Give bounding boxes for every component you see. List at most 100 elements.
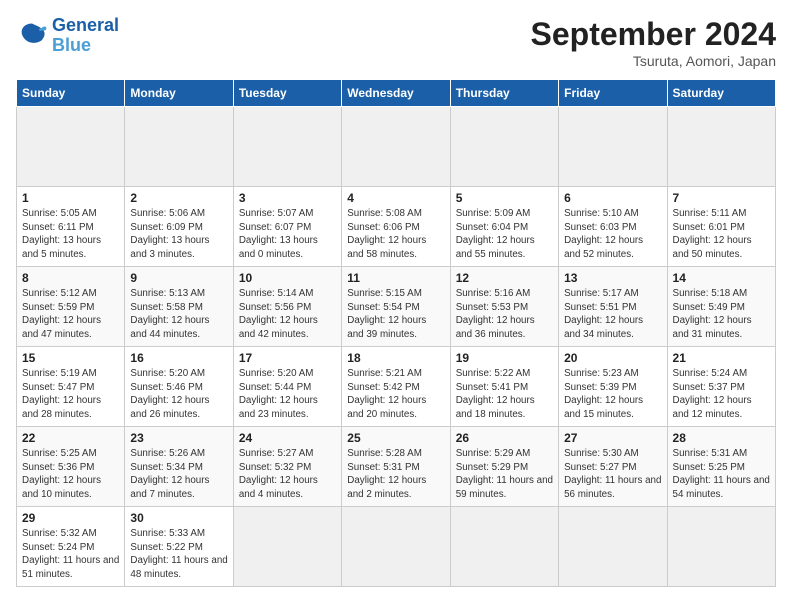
day-number: 17: [239, 351, 336, 365]
calendar-cell: 15 Sunrise: 5:19 AMSunset: 5:47 PMDayligh…: [17, 347, 125, 427]
day-number: 20: [564, 351, 661, 365]
day-info: Sunrise: 5:28 AMSunset: 5:31 PMDaylight:…: [347, 447, 444, 502]
weekday-header-sunday: Sunday: [17, 80, 125, 107]
logo: GeneralBlue: [16, 16, 119, 56]
weekday-header-saturday: Saturday: [667, 80, 775, 107]
day-number: 14: [673, 271, 770, 285]
calendar-cell: [450, 507, 558, 587]
calendar-cell: 29 Sunrise: 5:32 AMSunset: 5:24 PMDayligh…: [17, 507, 125, 587]
title-block: September 2024 Tsuruta, Aomori, Japan: [531, 16, 776, 69]
calendar-cell: 18 Sunrise: 5:21 AMSunset: 5:42 PMDayligh…: [342, 347, 450, 427]
day-info: Sunrise: 5:09 AMSunset: 6:04 PMDaylight:…: [456, 207, 553, 262]
location-subtitle: Tsuruta, Aomori, Japan: [531, 53, 776, 69]
calendar-cell: [342, 107, 450, 187]
calendar-week-row: 15 Sunrise: 5:19 AMSunset: 5:47 PMDayligh…: [17, 347, 776, 427]
calendar-cell: [342, 507, 450, 587]
day-info: Sunrise: 5:21 AMSunset: 5:42 PMDaylight:…: [347, 367, 444, 422]
calendar-cell: 19Sunrise: 5:22 AMSunset: 5:41 PMDayligh…: [450, 347, 558, 427]
calendar-cell: [125, 107, 233, 187]
day-info: Sunrise: 5:23 AMSunset: 5:39 PMDaylight:…: [564, 367, 661, 422]
day-number: 16: [130, 351, 227, 365]
day-info: Sunrise: 5:07 AMSunset: 6:07 PMDaylight:…: [239, 207, 336, 262]
day-info: Sunrise: 5:20 AMSunset: 5:44 PMDaylight:…: [239, 367, 336, 422]
calendar-week-row: 22 Sunrise: 5:25 AMSunset: 5:36 PMDayligh…: [17, 427, 776, 507]
day-number: 28: [673, 431, 770, 445]
day-number: 5: [456, 191, 553, 205]
day-number: 9: [130, 271, 227, 285]
day-number: 7: [673, 191, 770, 205]
month-year-title: September 2024: [531, 16, 776, 53]
day-info: Sunrise: 5:20 AMSunset: 5:46 PMDaylight:…: [130, 367, 227, 422]
calendar-cell: [667, 507, 775, 587]
day-number: 10: [239, 271, 336, 285]
calendar-cell: 8Sunrise: 5:12 AMSunset: 5:59 PMDaylight…: [17, 267, 125, 347]
calendar-cell: 24Sunrise: 5:27 AMSunset: 5:32 PMDayligh…: [233, 427, 341, 507]
day-number: 29: [22, 511, 119, 525]
weekday-header-row: SundayMondayTuesdayWednesdayThursdayFrid…: [17, 80, 776, 107]
calendar-cell: 30Sunrise: 5:33 AMSunset: 5:22 PMDayligh…: [125, 507, 233, 587]
calendar-cell: 11 Sunrise: 5:15 AMSunset: 5:54 PMDayligh…: [342, 267, 450, 347]
calendar-cell: 21Sunrise: 5:24 AMSunset: 5:37 PMDayligh…: [667, 347, 775, 427]
logo-icon: [16, 22, 48, 50]
calendar-cell: 1Sunrise: 5:05 AMSunset: 6:11 PMDaylight…: [17, 187, 125, 267]
calendar-cell: [667, 107, 775, 187]
day-info: Sunrise: 5:24 AMSunset: 5:37 PMDaylight:…: [673, 367, 770, 422]
calendar-cell: 10Sunrise: 5:14 AMSunset: 5:56 PMDayligh…: [233, 267, 341, 347]
day-info: Sunrise: 5:25 AMSunset: 5:36 PMDaylight:…: [22, 447, 119, 502]
day-info: Sunrise: 5:32 AMSunset: 5:24 PMDaylight:…: [22, 527, 119, 582]
calendar-week-row: 1Sunrise: 5:05 AMSunset: 6:11 PMDaylight…: [17, 187, 776, 267]
day-info: Sunrise: 5:13 AMSunset: 5:58 PMDaylight:…: [130, 287, 227, 342]
calendar-cell: [559, 507, 667, 587]
calendar-cell: [233, 507, 341, 587]
calendar-cell: 14 Sunrise: 5:18 AMSunset: 5:49 PMDayligh…: [667, 267, 775, 347]
calendar-cell: 4Sunrise: 5:08 AMSunset: 6:06 PMDaylight…: [342, 187, 450, 267]
day-number: 23: [130, 431, 227, 445]
day-info: Sunrise: 5:16 AMSunset: 5:53 PMDaylight:…: [456, 287, 553, 342]
day-number: 30: [130, 511, 227, 525]
calendar-table: SundayMondayTuesdayWednesdayThursdayFrid…: [16, 79, 776, 587]
calendar-cell: 25Sunrise: 5:28 AMSunset: 5:31 PMDayligh…: [342, 427, 450, 507]
calendar-cell: [450, 107, 558, 187]
day-number: 6: [564, 191, 661, 205]
day-number: 27: [564, 431, 661, 445]
day-info: Sunrise: 5:15 AMSunset: 5:54 PMDaylight:…: [347, 287, 444, 342]
calendar-cell: [559, 107, 667, 187]
calendar-cell: 17 Sunrise: 5:20 AMSunset: 5:44 PMDayligh…: [233, 347, 341, 427]
day-number: 26: [456, 431, 553, 445]
day-number: 18: [347, 351, 444, 365]
weekday-header-monday: Monday: [125, 80, 233, 107]
calendar-week-row: 29 Sunrise: 5:32 AMSunset: 5:24 PMDayligh…: [17, 507, 776, 587]
calendar-cell: 22 Sunrise: 5:25 AMSunset: 5:36 PMDayligh…: [17, 427, 125, 507]
day-number: 15: [22, 351, 119, 365]
day-info: Sunrise: 5:30 AMSunset: 5:27 PMDaylight:…: [564, 447, 661, 502]
day-info: Sunrise: 5:10 AMSunset: 6:03 PMDaylight:…: [564, 207, 661, 262]
calendar-cell: 9 Sunrise: 5:13 AMSunset: 5:58 PMDaylight…: [125, 267, 233, 347]
day-info: Sunrise: 5:12 AMSunset: 5:59 PMDaylight:…: [22, 287, 119, 342]
day-info: Sunrise: 5:29 AMSunset: 5:29 PMDaylight:…: [456, 447, 553, 502]
calendar-cell: 7 Sunrise: 5:11 AMSunset: 6:01 PMDaylight…: [667, 187, 775, 267]
day-number: 22: [22, 431, 119, 445]
calendar-cell: 16 Sunrise: 5:20 AMSunset: 5:46 PMDayligh…: [125, 347, 233, 427]
calendar-week-row: [17, 107, 776, 187]
calendar-cell: 20 Sunrise: 5:23 AMSunset: 5:39 PMDayligh…: [559, 347, 667, 427]
day-number: 24: [239, 431, 336, 445]
day-info: Sunrise: 5:11 AMSunset: 6:01 PMDaylight:…: [673, 207, 770, 262]
weekday-header-friday: Friday: [559, 80, 667, 107]
weekday-header-thursday: Thursday: [450, 80, 558, 107]
calendar-cell: 12Sunrise: 5:16 AMSunset: 5:53 PMDayligh…: [450, 267, 558, 347]
day-number: 2: [130, 191, 227, 205]
calendar-cell: 28Sunrise: 5:31 AMSunset: 5:25 PMDayligh…: [667, 427, 775, 507]
day-number: 11: [347, 271, 444, 285]
day-info: Sunrise: 5:22 AMSunset: 5:41 PMDaylight:…: [456, 367, 553, 422]
day-info: Sunrise: 5:17 AMSunset: 5:51 PMDaylight:…: [564, 287, 661, 342]
calendar-cell: [233, 107, 341, 187]
day-info: Sunrise: 5:19 AMSunset: 5:47 PMDaylight:…: [22, 367, 119, 422]
day-info: Sunrise: 5:18 AMSunset: 5:49 PMDaylight:…: [673, 287, 770, 342]
weekday-header-tuesday: Tuesday: [233, 80, 341, 107]
logo-text: GeneralBlue: [52, 16, 119, 56]
day-number: 1: [22, 191, 119, 205]
calendar-cell: 3 Sunrise: 5:07 AMSunset: 6:07 PMDaylight…: [233, 187, 341, 267]
day-number: 3: [239, 191, 336, 205]
calendar-cell: 27 Sunrise: 5:30 AMSunset: 5:27 PMDayligh…: [559, 427, 667, 507]
page-header: GeneralBlue September 2024 Tsuruta, Aomo…: [16, 16, 776, 69]
